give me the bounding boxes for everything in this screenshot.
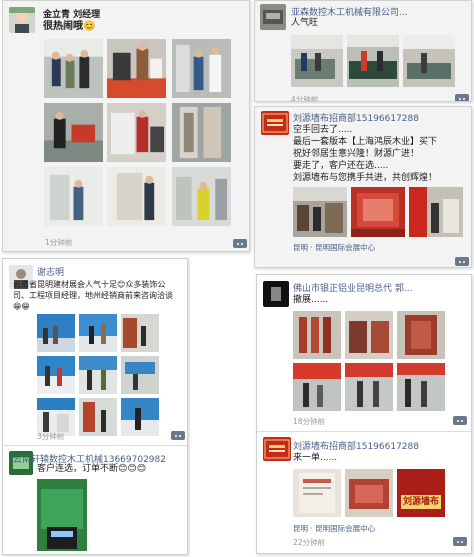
photo-thumbnail[interactable]: [107, 39, 166, 98]
post-text-line: 要走了，客户还在选.....: [293, 161, 389, 171]
photo-thumbnail[interactable]: [121, 356, 159, 394]
photo-thumbnail[interactable]: [79, 398, 117, 436]
photo-thumbnail[interactable]: [107, 167, 166, 226]
photo-thumbnail[interactable]: [44, 167, 103, 226]
comment-button[interactable]: [233, 239, 247, 248]
photo-thumbnail[interactable]: [172, 167, 231, 226]
post-text: 来一单......: [293, 453, 338, 463]
user-name[interactable]: 刘源墙布招商部15196617288: [293, 111, 469, 124]
photo-thumbnail[interactable]: [293, 469, 341, 517]
photo-thumbnail[interactable]: [409, 187, 463, 237]
moment-card-2: 亚森数控木工机械有限公司... 人气旺 4分钟前: [254, 0, 472, 102]
avatar[interactable]: [9, 7, 35, 33]
photo-thumbnail[interactable]: [403, 35, 455, 87]
avatar[interactable]: [260, 4, 286, 30]
photo-thumbnail[interactable]: [79, 356, 117, 394]
post-text: 人气旺: [291, 18, 319, 28]
photo-thumbnail[interactable]: [37, 314, 75, 352]
comment-button[interactable]: [171, 431, 185, 440]
moment-card-5: 佛山市银正铝业昆明总代 郭... 撤展...... 18分钟前 刘源墙布招商部1…: [256, 274, 472, 554]
user-name[interactable]: 金立青 刘经理: [43, 7, 243, 20]
photo-thumbnail[interactable]: [347, 35, 399, 87]
post-text-line: 空手回去了.....: [293, 125, 353, 135]
post-text: 撤展......: [293, 295, 329, 305]
photo-thumbnail[interactable]: 刘源墙布: [397, 469, 445, 517]
photo-thumbnail[interactable]: [37, 479, 87, 551]
photo-thumbnail[interactable]: [293, 311, 341, 359]
photo-thumbnail[interactable]: [345, 469, 393, 517]
post-text-line: 😁😁: [13, 302, 30, 311]
photo-thumbnail[interactable]: [44, 39, 103, 98]
photo-thumbnail[interactable]: [291, 35, 343, 87]
photo-thumbnail[interactable]: [37, 356, 75, 394]
photo-thumbnail[interactable]: [345, 363, 393, 411]
user-name[interactable]: 谢志明: [37, 265, 177, 278]
moment-card-4: 谢志明 云南省昆明建材展会人气十足😊众多装饰公 司、工程项目经理，地州经销商前来…: [2, 258, 188, 555]
photo-thumbnail[interactable]: [121, 398, 159, 436]
photo-thumbnail[interactable]: [172, 103, 231, 162]
post-time: 22分钟前: [293, 538, 326, 547]
avatar[interactable]: [263, 281, 289, 307]
post-time: 4分钟前: [291, 95, 319, 102]
post-divider: [257, 431, 471, 432]
post-text-line: 司、工程项目经理，地州经销商前来咨询洽谈: [13, 291, 173, 300]
avatar[interactable]: [263, 437, 291, 461]
comment-button[interactable]: [455, 257, 469, 266]
post-time: 1分钟前: [45, 238, 73, 247]
user-name[interactable]: 刘源墙布招商部15196617288: [293, 439, 465, 452]
post-text-line: 最后一套版本【上海鸿辰木业】买下: [293, 137, 438, 147]
photo-thumbnail[interactable]: [107, 103, 166, 162]
moment-card-1: 金立青 刘经理 很热闹哦😊 1分钟前: [2, 0, 250, 252]
user-name[interactable]: 佛山市银正铝业昆明总代 郭...: [293, 281, 465, 294]
post-time: 3分钟前: [37, 432, 65, 441]
photo-thumbnail[interactable]: [351, 187, 405, 237]
post-time: 18分钟前: [293, 417, 326, 426]
comment-button[interactable]: [453, 537, 467, 546]
photo-thumbnail[interactable]: [345, 311, 393, 359]
post-text-line: 刘源墙布与您携手共进，共创辉煌！: [293, 173, 438, 183]
photo-thumbnail[interactable]: [293, 363, 341, 411]
location-label[interactable]: 昆明 · 昆明国际会展中心: [293, 242, 375, 253]
photo-thumbnail[interactable]: [397, 363, 445, 411]
location-label[interactable]: 昆明 · 昆明国际会展中心: [293, 523, 375, 534]
photo-thumbnail[interactable]: [172, 39, 231, 98]
photo-thumbnail[interactable]: [397, 311, 445, 359]
post-text-line: 祝好邻居生意兴隆！财源广进！: [293, 149, 420, 159]
post-divider: [3, 445, 187, 446]
comment-button[interactable]: [453, 416, 467, 425]
photo-thumbnail[interactable]: [293, 187, 347, 237]
photo-thumbnail[interactable]: [79, 314, 117, 352]
post-text-line: 云南省昆明建材展会人气十足😊众多装饰公: [13, 280, 166, 289]
user-name[interactable]: 亚森数控木工机械有限公司...: [291, 5, 467, 18]
comment-button[interactable]: [455, 94, 469, 101]
avatar[interactable]: [261, 111, 289, 135]
brand-text: 刘源墙布: [402, 497, 439, 507]
photo-thumbnail[interactable]: [121, 314, 159, 352]
photo-thumbnail[interactable]: [44, 103, 103, 162]
post-text: 很热闹哦😊: [43, 21, 96, 32]
moment-card-3: 刘源墙布招商部15196617288 空手回去了..... 最后一套版本【上海鸿…: [254, 106, 472, 268]
post-text: 客户连选，订单不断😊😊😊: [37, 464, 147, 474]
